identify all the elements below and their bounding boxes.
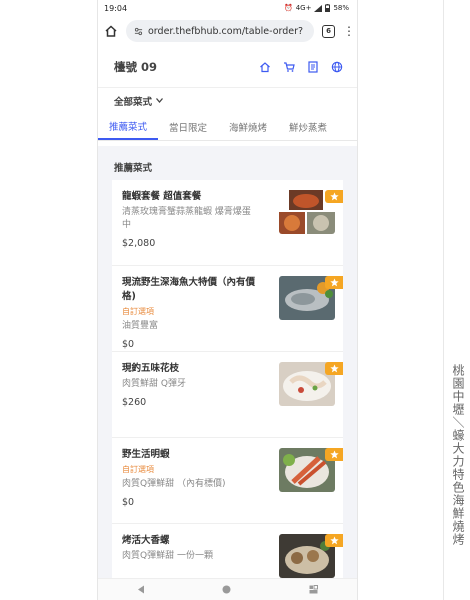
- tab-seafood-grill[interactable]: 海鮮燒烤: [218, 113, 278, 140]
- chevron-down-icon: [156, 98, 164, 103]
- menu-content: 推薦菜式 龍蝦套餐 超值套餐 清蒸玫瑰膏蟹蒜蒸龍蝦 爆膏爆蛋中 $2,080 現…: [98, 146, 357, 600]
- tab-switcher-button[interactable]: 6: [322, 24, 335, 38]
- menu-item-lobster-set[interactable]: 龍蝦套餐 超值套餐 清蒸玫瑰膏蟹蒜蒸龍蝦 爆膏爆蛋中 $2,080: [112, 180, 343, 266]
- browser-toolbar: order.thefbhub.com/table-order? 6 ⋮: [98, 16, 357, 46]
- battery-icon: [325, 4, 331, 12]
- url-field[interactable]: order.thefbhub.com/table-order?: [126, 20, 314, 42]
- tab-stir-fry-steam[interactable]: 鮮炒蒸煮: [278, 113, 338, 140]
- status-bar: 19:04 ⏰ 4G+ 58%: [98, 0, 357, 16]
- category-label: 全部菜式: [114, 96, 153, 108]
- order-list-icon[interactable]: [307, 60, 319, 73]
- item-name: 現流野生深海魚大特價（內有價格): [122, 277, 256, 302]
- category-tabs: 推薦菜式 當日限定 海鮮燒烤 鮮炒蒸煮: [98, 113, 357, 141]
- recommended-star-icon: [325, 362, 343, 375]
- home-icon[interactable]: [259, 61, 271, 73]
- network-label: 4G+: [295, 4, 312, 12]
- item-description: 清蒸玫瑰膏蟹蒜蒸龍蝦 爆膏爆蛋中: [122, 207, 251, 230]
- menu-item-deep-sea-fish[interactable]: 現流野生深海魚大特價（內有價格) 自訂選項 油質豐富 $0: [112, 266, 343, 352]
- item-price: $0: [122, 339, 135, 350]
- cart-icon[interactable]: [283, 61, 295, 73]
- divider-line: [443, 0, 444, 600]
- recommended-star-icon: [325, 190, 343, 203]
- recommended-star-icon: [325, 534, 343, 547]
- item-price: $2,080: [122, 238, 156, 249]
- table-title: 檯號 09: [114, 59, 158, 74]
- status-icons: ⏰ 4G+ 58%: [284, 4, 349, 12]
- side-caption: 桃園中壢＼蠔大力特色海鮮燒烤: [451, 364, 465, 546]
- item-name: 野生活明蝦: [122, 449, 170, 460]
- back-icon[interactable]: [137, 585, 145, 594]
- phone-screen: 19:04 ⏰ 4G+ 58% order.thefbhub.com/table…: [97, 0, 358, 600]
- battery-level: 58%: [333, 4, 349, 12]
- tab-recommended[interactable]: 推薦菜式: [98, 113, 159, 140]
- section-title: 推薦菜式: [114, 163, 153, 174]
- site-info-icon[interactable]: [134, 27, 143, 36]
- recent-apps-icon[interactable]: [309, 585, 319, 594]
- item-description: 肉質Q彈鮮甜 （內有標價): [122, 479, 226, 489]
- item-name: 烤活大香螺: [122, 535, 170, 546]
- browser-menu-icon[interactable]: ⋮: [343, 25, 355, 37]
- system-nav-bar: [98, 578, 357, 600]
- menu-list: 龍蝦套餐 超值套餐 清蒸玫瑰膏蟹蒜蒸龍蝦 爆膏爆蛋中 $2,080 現流野生深海…: [112, 180, 343, 600]
- url-text: order.thefbhub.com/table-order?: [148, 25, 304, 37]
- home-circle-icon[interactable]: [222, 585, 231, 594]
- menu-item-five-flavor-squid[interactable]: 現釣五味花枝 肉質鮮甜 Q彈牙 $260: [112, 352, 343, 438]
- recommended-star-icon: [325, 448, 343, 461]
- status-time: 19:04: [104, 3, 128, 13]
- alarm-icon: ⏰: [283, 4, 293, 12]
- tab-daily-special[interactable]: 當日限定: [158, 113, 218, 140]
- item-description: 肉質鮮甜 Q彈牙: [122, 379, 186, 389]
- item-name: 龍蝦套餐 超值套餐: [122, 191, 202, 202]
- app-header: 檯號 09: [98, 46, 357, 88]
- signal-icon: [314, 4, 323, 12]
- item-description: 油質豐富: [122, 321, 159, 331]
- menu-item-live-prawn[interactable]: 野生活明蝦 自訂選項 肉質Q彈鮮甜 （內有標價) $0: [112, 438, 343, 524]
- header-icons: [259, 60, 343, 73]
- home-icon[interactable]: [104, 24, 118, 38]
- language-globe-icon[interactable]: [331, 61, 343, 73]
- item-description: 肉質Q彈鮮甜 一份一顆: [122, 551, 213, 561]
- item-price: $0: [122, 497, 135, 508]
- category-dropdown[interactable]: 全部菜式: [98, 88, 357, 113]
- item-name: 現釣五味花枝: [122, 363, 180, 374]
- recommended-star-icon: [325, 276, 343, 289]
